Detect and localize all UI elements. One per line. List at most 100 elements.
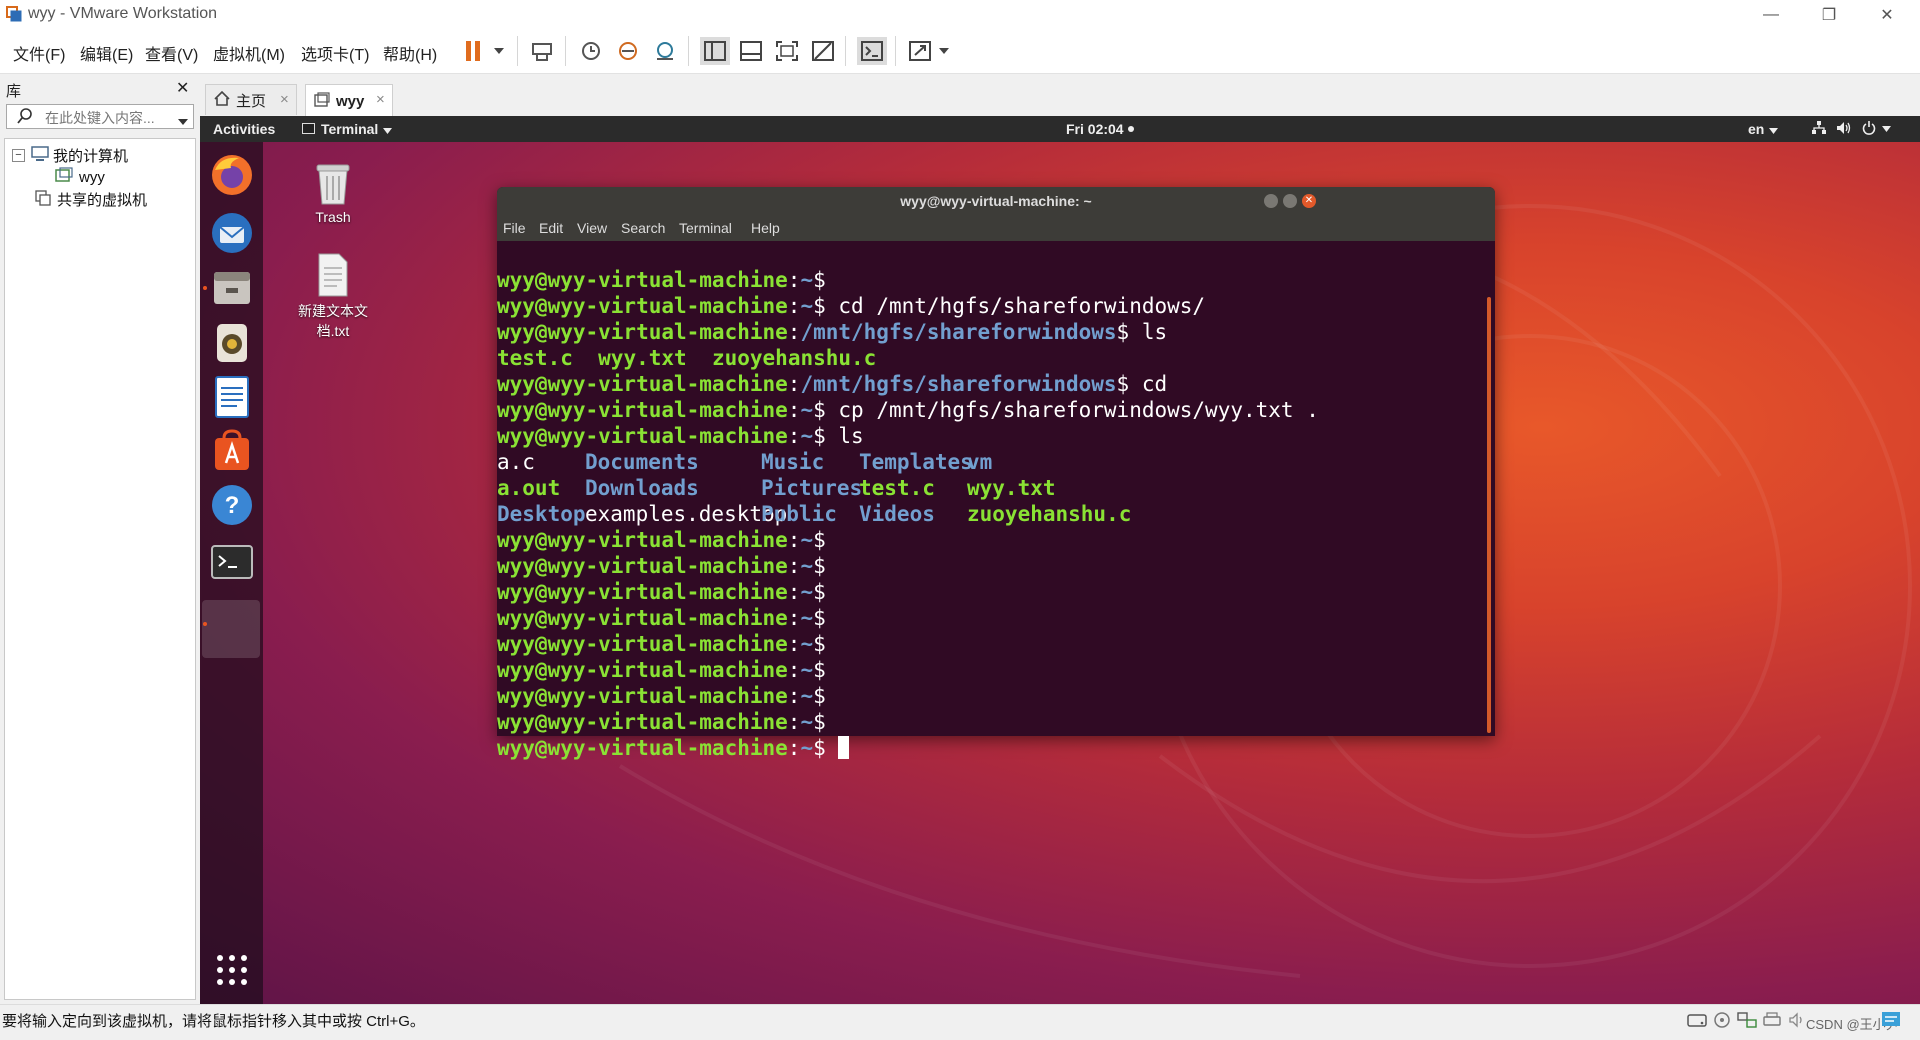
terminal-icon[interactable] [209,538,255,584]
svg-text:?: ? [225,492,240,519]
revert-snapshot-icon[interactable] [614,37,642,65]
vm-tab-icon [314,91,330,111]
active-app-highlight [202,600,260,658]
hard-disk-icon[interactable] [1687,1011,1707,1033]
menu-help[interactable]: 帮助(H) [383,41,437,65]
libreoffice-writer-icon[interactable] [209,374,255,420]
printer-icon[interactable] [1762,1011,1782,1033]
system-menu-chevron-icon[interactable] [1882,121,1891,138]
terminal-title: wyy@wyy-virtual-machine: ~ [497,187,1495,215]
terminal-menu-view[interactable]: View [577,220,607,236]
file-label-line2: 档.txt [316,323,350,339]
power-icon[interactable] [1862,121,1876,138]
suspend-icon[interactable] [462,37,484,65]
ubuntu-software-icon[interactable] [209,428,255,474]
library-search-input[interactable]: 在此处键入内容... [6,104,194,129]
help-icon[interactable]: ? [209,482,255,528]
menu-vm[interactable]: 虚拟机(M) [213,41,285,65]
library-close-button[interactable]: ✕ [176,78,189,98]
send-ctrl-alt-del-icon[interactable] [528,37,556,65]
terminal-line: wyy@wyy-virtual-machine:~$ [497,606,826,630]
firefox-icon[interactable] [209,152,255,198]
terminal-line: a.c Documents Music Templatesvm [497,450,993,474]
terminal-minimize-button[interactable] [1264,194,1278,208]
network-adapter-icon[interactable] [1737,1011,1757,1033]
menu-edit[interactable]: 编辑(E) [80,41,133,65]
full-screen-icon[interactable] [773,37,801,65]
desktop-text-file[interactable]: 新建文本文 档.txt [288,252,378,341]
running-indicator [203,622,207,626]
status-message: 要将输入定向到该虚拟机，请将鼠标指针移入其中或按 Ctrl+G。 [2,1013,425,1030]
files-icon[interactable] [209,264,255,310]
unity-mode-icon[interactable] [809,37,837,65]
notification-dot-icon [1127,126,1134,132]
language-indicator[interactable]: en [1748,121,1779,137]
terminal-line: wyy@wyy-virtual-machine:~$ [497,658,826,682]
restore-button[interactable]: ❐ [1800,0,1858,29]
file-label-line1: 新建文本文 [298,303,368,319]
snapshot-manager-icon[interactable] [651,37,679,65]
network-icon[interactable] [1812,121,1826,138]
terminal-close-button[interactable]: ✕ [1302,194,1316,208]
terminal-window[interactable]: wyy@wyy-virtual-machine: ~ ✕ File Edit V… [497,187,1495,760]
vm-display[interactable]: Activities Terminal Fri 02:04 en ? Trash… [200,116,1920,1004]
activities-button[interactable]: Activities [213,121,275,137]
sound-card-icon[interactable] [1788,1011,1808,1033]
show-applications-icon[interactable] [216,954,248,990]
menu-file[interactable]: 文件(F) [13,41,65,65]
rhythmbox-icon[interactable] [209,320,255,366]
terminal-menu-bar: File Edit View Search Terminal Help [497,215,1495,241]
terminal-menu-search[interactable]: Search [621,220,665,236]
terminal-line: wyy@wyy-virtual-machine:~$ [497,710,826,734]
stretch-icon[interactable] [907,37,933,65]
collapse-icon[interactable]: − [12,149,25,162]
library-search-placeholder: 在此处键入内容... [45,110,155,126]
tab-wyy[interactable]: wyy × [305,84,393,117]
terminal-maximize-button[interactable] [1283,194,1297,208]
terminal-line: wyy@wyy-virtual-machine:~$ cd /mnt/hgfs/… [497,294,1206,318]
terminal-line: wyy@wyy-virtual-machine:~$ [497,268,826,292]
show-library-icon[interactable] [700,37,730,65]
console-view-icon[interactable] [857,37,887,65]
message-log-icon[interactable] [1880,1010,1902,1034]
tree-item-vm-wyy[interactable]: wyy [55,167,105,187]
clock[interactable]: Fri 02:04 [1066,121,1134,137]
tab-home-close-icon[interactable]: × [280,91,289,108]
tab-home-label: 主页 [236,92,267,110]
tab-wyy-close-icon[interactable]: × [376,91,385,108]
tree-label-my-computer: 我的计算机 [53,148,129,165]
terminal-menu-file[interactable]: File [503,220,526,236]
tree-item-my-computer[interactable]: − 我的计算机 [12,145,128,166]
vm-icon [55,167,73,187]
terminal-menu-help[interactable]: Help [751,220,780,236]
app-menu-label: Terminal [321,121,379,137]
stretch-dropdown-icon[interactable] [936,37,952,65]
thunderbird-icon[interactable] [209,210,255,256]
tab-home[interactable]: 主页 × [205,84,297,115]
volume-icon[interactable] [1836,121,1852,138]
menu-tabs[interactable]: 选项卡(T) [301,41,369,65]
tree-item-shared-vms[interactable]: 共享的虚拟机 [35,189,147,210]
terminal-app-menu[interactable]: Terminal [302,121,393,137]
cd-dvd-icon[interactable] [1713,1011,1731,1033]
vmware-app-icon [6,6,22,22]
snapshot-icon[interactable] [577,37,605,65]
thumbnail-bar-icon[interactable] [737,37,765,65]
terminal-menu-terminal[interactable]: Terminal [679,220,732,236]
close-button[interactable]: ✕ [1858,0,1916,29]
text-file-icon [318,253,348,297]
power-dropdown-icon[interactable] [490,37,508,65]
trash-icon [316,164,350,205]
terminal-menu-edit[interactable]: Edit [539,220,563,236]
terminal-line: wyy@wyy-virtual-machine:~$ [497,528,826,552]
terminal-output[interactable]: wyy@wyy-virtual-machine:~$ wyy@wyy-virtua… [497,241,1485,760]
terminal-scrollbar[interactable] [1487,297,1491,733]
desktop-trash[interactable]: Trash [288,160,378,225]
menu-view[interactable]: 查看(V) [145,41,198,65]
terminal-line: a.out Downloads Picturestest.c wyy.txt [497,476,1056,500]
tab-wyy-label: wyy [336,92,365,110]
chevron-down-icon[interactable] [177,113,189,130]
minimize-button[interactable]: — [1742,0,1800,29]
clock-label: Fri 02:04 [1066,121,1124,137]
terminal-line: test.c wyy.txt zuoyehanshu.c [497,346,877,370]
